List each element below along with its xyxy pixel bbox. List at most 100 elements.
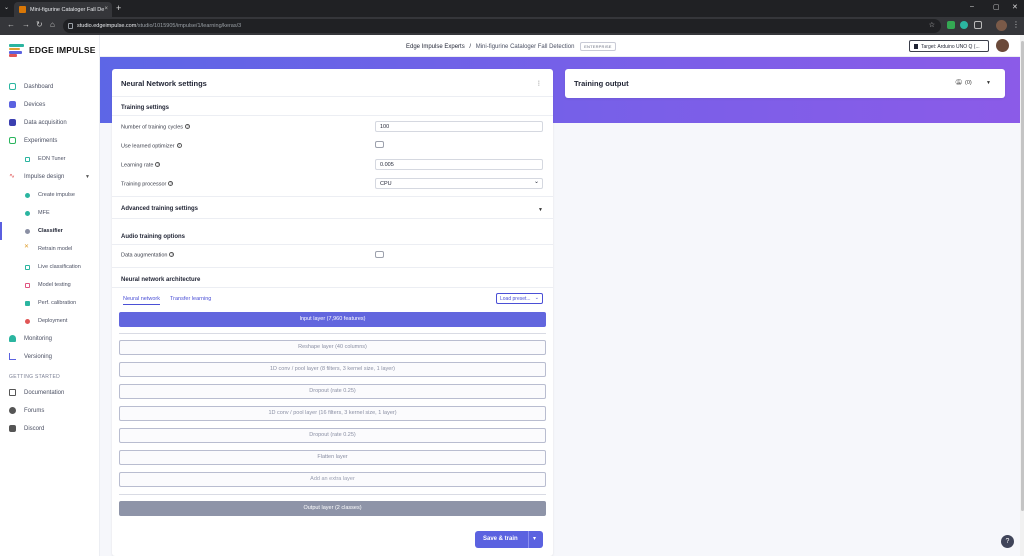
help-icon[interactable]: ? — [155, 162, 161, 167]
sidebar-item-experiments[interactable]: Experiments — [0, 132, 100, 150]
target-device-button[interactable]: Target: Arduino UNO Q (... — [909, 40, 989, 52]
sidebar-item-retrain-model[interactable]: ✕ Retrain model — [0, 240, 100, 258]
back-icon[interactable]: ← — [7, 20, 15, 29]
sidebar-item-label: Versioning — [24, 354, 53, 360]
tab-transfer-learning[interactable]: Transfer learning — [170, 296, 211, 302]
new-tab-icon[interactable]: + — [116, 3, 121, 13]
sidebar-item-label: Classifier — [38, 228, 63, 234]
sidebar-item-monitoring[interactable]: Monitoring — [0, 330, 100, 348]
site-info-icon[interactable] — [68, 23, 73, 29]
learning-rate-label: Learning rate? — [121, 162, 161, 169]
browser-tab[interactable]: Mini-figurine Cataloger Fall De × — [14, 2, 112, 17]
save-train-button[interactable]: Save & train ▾ — [475, 531, 543, 548]
home-icon[interactable]: ⌂ — [50, 20, 55, 29]
browser-menu-icon[interactable]: ⋮ — [1012, 20, 1020, 29]
dropout-layer-1[interactable]: Dropout (rate 0.25) — [119, 384, 546, 399]
profile-avatar[interactable] — [996, 20, 1007, 31]
tab-neural-network[interactable]: Neural network — [123, 296, 160, 305]
help-icon[interactable]: ? — [176, 143, 182, 148]
reshape-layer[interactable]: Reshape layer (40 columns) — [119, 340, 546, 355]
chevron-down-icon: ⌄ — [534, 295, 539, 301]
flatten-layer[interactable]: Flatten layer — [119, 450, 546, 465]
breadcrumb: Edge Impulse Experts / Mini-figurine Cat… — [406, 42, 616, 51]
sidebar-item-label: Live classification — [38, 264, 81, 270]
learned-optimizer-toggle[interactable] — [375, 141, 384, 148]
notification-count: (0) — [965, 80, 972, 86]
minimize-icon[interactable]: – — [970, 3, 974, 10]
brand-name: EDGE IMPULSE — [29, 45, 96, 55]
address-bar[interactable]: studio.edgeimpulse.com/studio/1015905/im… — [63, 19, 941, 33]
close-window-icon[interactable]: ✕ — [1012, 3, 1018, 11]
sidebar-item-dashboard[interactable]: Dashboard — [0, 78, 100, 96]
button-label: Load preset... — [500, 296, 531, 302]
sidebar-item-model-testing[interactable]: Model testing — [0, 276, 100, 294]
sidebar-item-create-impulse[interactable]: Create impulse — [0, 186, 100, 204]
sidebar-item-devices[interactable]: Devices — [0, 96, 100, 114]
help-icon[interactable]: ? — [185, 124, 191, 129]
input-layer[interactable]: Input layer (7,960 features) — [119, 312, 546, 327]
maximize-icon[interactable]: ▢ — [993, 3, 1000, 11]
add-extra-layer-button[interactable]: Add an extra layer — [119, 472, 546, 487]
sidebar-item-deployment[interactable]: Deployment — [0, 312, 100, 330]
sidebar-item-data-acquisition[interactable]: Data acquisition — [0, 114, 100, 132]
output-layer[interactable]: Output layer (2 classes) — [119, 501, 546, 516]
favicon-icon — [19, 6, 26, 13]
breadcrumb-org[interactable]: Edge Impulse Experts — [406, 44, 465, 50]
discord-icon — [9, 425, 16, 432]
scrollbar-thumb[interactable] — [1020, 41, 1024, 511]
training-processor-select[interactable]: CPU — [375, 178, 543, 189]
load-preset-button[interactable]: Load preset... ⌄ — [496, 293, 543, 304]
sidebar-item-forums[interactable]: Forums — [0, 402, 100, 420]
sidebar-item-mfe[interactable]: MFE — [0, 204, 100, 222]
sidebar-item-label: Perf. calibration — [38, 300, 77, 306]
sidebar-item-documentation[interactable]: Documentation — [0, 384, 100, 402]
help-button[interactable]: ? — [1001, 535, 1014, 548]
page-scrollbar[interactable] — [1020, 35, 1024, 556]
chevron-down-icon[interactable]: ▼ — [538, 207, 543, 213]
training-cycles-input[interactable]: 100 — [375, 121, 543, 132]
breadcrumb-separator: / — [469, 44, 472, 50]
status-dot-icon — [25, 228, 30, 234]
notifications-off-icon[interactable]: 🔕︎ — [955, 79, 963, 86]
chevron-down-icon[interactable]: ▼ — [986, 80, 991, 86]
more-options-icon[interactable]: ⋮ — [536, 80, 542, 87]
tab-close-icon[interactable]: × — [104, 6, 108, 12]
tab-title: Mini-figurine Cataloger Fall De — [30, 7, 105, 13]
advanced-settings-heading[interactable]: Advanced training settings — [121, 206, 198, 212]
extensions-puzzle-icon[interactable] — [974, 21, 982, 29]
database-icon — [9, 119, 16, 126]
sidebar-item-live-classification[interactable]: Live classification — [0, 258, 100, 276]
divider — [112, 287, 553, 288]
sidebar-item-versioning[interactable]: Versioning — [0, 348, 100, 366]
conv-layer-1[interactable]: 1D conv / pool layer (8 filters, 3 kerne… — [119, 362, 546, 377]
sidebar-item-classifier[interactable]: Classifier — [0, 222, 100, 240]
data-augmentation-label: Data augmentation? — [121, 252, 175, 259]
conv-layer-2[interactable]: 1D conv / pool layer (16 filters, 3 kern… — [119, 406, 546, 421]
sidebar-item-label: Create impulse — [38, 192, 75, 198]
breadcrumb-project[interactable]: Mini-figurine Cataloger Fall Detection — [476, 44, 575, 50]
retrain-icon: ✕ — [24, 244, 30, 250]
extension-shield-icon[interactable] — [947, 21, 955, 29]
sidebar-item-discord[interactable]: Discord — [0, 420, 100, 438]
divider — [112, 244, 553, 245]
learning-rate-input[interactable]: 0.005 — [375, 159, 543, 170]
enterprise-badge: ENTERPRISE — [580, 42, 616, 51]
tab-list-icon[interactable]: ⌄ — [4, 4, 9, 11]
sidebar-item-eon-tuner[interactable]: EON Tuner — [0, 150, 100, 168]
help-icon[interactable]: ? — [168, 181, 174, 186]
extension-icon[interactable] — [960, 21, 968, 29]
sidebar-item-impulse-design[interactable]: ∿ Impulse design ▼ — [0, 168, 100, 186]
sidebar-item-perf-calibration[interactable]: Perf. calibration — [0, 294, 100, 312]
chevron-down-icon[interactable]: ▾ — [533, 535, 536, 542]
reload-icon[interactable]: ↻ — [36, 20, 43, 29]
user-avatar[interactable] — [996, 39, 1009, 52]
button-label: Save & train — [483, 536, 518, 542]
help-icon[interactable]: ? — [169, 252, 175, 257]
forward-icon[interactable]: → — [22, 20, 30, 29]
field-label: Use learned optimizer — [121, 143, 175, 150]
logo[interactable]: EDGE IMPULSE — [9, 44, 96, 57]
bookmark-star-icon[interactable]: ☆ — [929, 21, 935, 29]
dropout-layer-2[interactable]: Dropout (rate 0.25) — [119, 428, 546, 443]
data-augmentation-toggle[interactable] — [375, 251, 384, 258]
divider — [112, 96, 553, 97]
